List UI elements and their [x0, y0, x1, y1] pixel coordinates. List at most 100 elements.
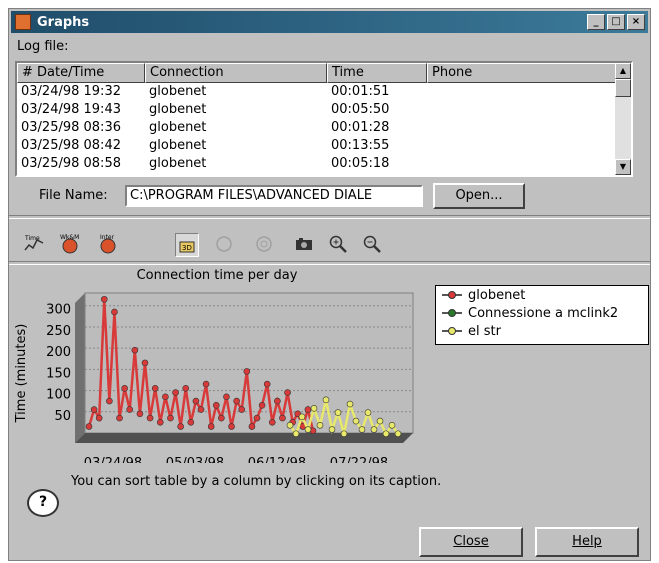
- log-table[interactable]: # Date/Time Connection Time Phone 03/24/…: [15, 61, 633, 177]
- cell-datetime: 03/25/98 08:42: [21, 138, 121, 153]
- cell-connection: globenet: [149, 84, 207, 99]
- legend-marker: [442, 308, 462, 318]
- legend-item: el str: [436, 322, 648, 340]
- zoom-out-icon[interactable]: [361, 233, 383, 255]
- cell-phone: [427, 119, 617, 137]
- table-row[interactable]: 03/25/98 08:36 globenet 00:01:28: [17, 119, 631, 137]
- cell-connection: globenet: [149, 138, 207, 153]
- cell-datetime: 03/25/98 08:36: [21, 120, 121, 135]
- y-tick-label: 300: [46, 303, 71, 318]
- cell-connection: globenet: [149, 102, 207, 117]
- cell-time: 00:13:55: [331, 138, 390, 153]
- column-header-connection[interactable]: Connection: [145, 63, 327, 83]
- data-point: [187, 418, 195, 426]
- data-point: [304, 426, 312, 433]
- data-point: [172, 389, 179, 396]
- help-button[interactable]: Help: [535, 527, 639, 557]
- data-point: [286, 421, 294, 429]
- data-point: [212, 402, 220, 409]
- y-tick-label: 200: [46, 345, 71, 360]
- column-header-phone[interactable]: Phone: [427, 63, 617, 83]
- column-header-datetime[interactable]: # Date/Time: [17, 63, 145, 83]
- table-row[interactable]: 03/24/98 19:32 globenet 00:01:51: [17, 83, 631, 101]
- data-point: [100, 295, 108, 303]
- data-point: [151, 385, 159, 392]
- open-button[interactable]: Open...: [433, 183, 525, 209]
- data-point: [207, 423, 215, 430]
- graphs-window: Graphs _ □ × Log file: # Date/Time Conne…: [8, 8, 651, 561]
- data-point: [243, 368, 251, 375]
- scroll-thumb[interactable]: [615, 79, 631, 97]
- y-tick-label: 100: [46, 388, 71, 403]
- 3d-toggle-icon[interactable]: 3D: [175, 233, 199, 257]
- data-point: [258, 402, 266, 409]
- data-point: [116, 414, 123, 422]
- legend-item: globenet: [436, 286, 648, 304]
- data-point: [394, 430, 402, 438]
- x-tick-label: 05/03/98: [166, 456, 224, 463]
- cell-phone: [427, 155, 617, 173]
- window-title: Graphs: [37, 14, 90, 30]
- data-point: [253, 414, 261, 422]
- y-tick-label: 150: [46, 366, 71, 381]
- file-name-label: File Name:: [39, 188, 108, 203]
- data-point: [233, 397, 240, 405]
- data-point: [364, 409, 372, 416]
- data-point: [292, 430, 300, 438]
- 3d-label: 3D: [182, 244, 192, 252]
- legend-label: el str: [468, 323, 501, 339]
- column-header-time[interactable]: Time: [327, 63, 427, 83]
- camera-icon[interactable]: [293, 233, 315, 255]
- scroll-down-icon[interactable]: ▼: [615, 159, 631, 175]
- data-point: [316, 421, 324, 429]
- close-button[interactable]: Close: [419, 527, 523, 557]
- data-point: [90, 406, 98, 413]
- inter-label: Inter: [100, 234, 115, 241]
- chart-title: Connection time per day: [137, 268, 298, 283]
- data-point: [322, 396, 330, 404]
- cell-datetime: 03/24/98 19:32: [21, 84, 121, 99]
- data-point: [126, 406, 134, 413]
- cell-connection: globenet: [149, 120, 207, 135]
- data-point: [182, 385, 190, 392]
- legend-marker: [442, 326, 462, 336]
- data-point: [304, 406, 312, 413]
- data-point: [192, 397, 200, 405]
- table-scrollbar[interactable]: ▲ ▼: [615, 63, 631, 175]
- table-row[interactable]: 03/25/98 08:42 globenet 00:13:55: [17, 137, 631, 155]
- title-bar: Graphs _ □ ×: [11, 11, 648, 33]
- data-point: [370, 426, 378, 433]
- data-point: [340, 430, 348, 438]
- connection-time-chart: Connection time per day Time (minutes) 5…: [14, 268, 414, 463]
- table-row[interactable]: 03/24/98 19:43 globenet 00:05:50: [17, 101, 631, 119]
- graph-icon-3[interactable]: Inter: [97, 233, 119, 255]
- graph-icon-2[interactable]: Wk&M: [59, 233, 81, 255]
- disabled-icon-2: [253, 233, 275, 255]
- data-point: [334, 409, 342, 416]
- close-window-button[interactable]: ×: [627, 14, 645, 30]
- help-bubble-icon: ?: [27, 489, 59, 517]
- data-point: [141, 359, 149, 367]
- week-month-label: Wk&M: [60, 234, 79, 241]
- cell-phone: [427, 101, 617, 119]
- cell-time: 00:01:28: [331, 120, 390, 135]
- maximize-button[interactable]: □: [607, 14, 625, 30]
- table-row[interactable]: 03/25/98 08:58 globenet 00:05:18: [17, 155, 631, 173]
- chart-legend: globenet Connessione a mclink2 el str: [435, 285, 649, 345]
- y-tick-label: 250: [46, 324, 71, 339]
- minimize-button[interactable]: _: [587, 14, 605, 30]
- data-point: [95, 414, 103, 422]
- scroll-up-icon[interactable]: ▲: [615, 63, 631, 79]
- data-point: [382, 430, 390, 438]
- cell-time: 00:01:51: [331, 84, 390, 99]
- data-point: [328, 426, 336, 433]
- data-point: [388, 421, 396, 429]
- file-name-field[interactable]: C:\PROGRAM FILES\ADVANCED DIALE: [125, 185, 423, 207]
- data-point: [131, 346, 139, 354]
- data-point: [268, 418, 276, 426]
- time-graph-icon[interactable]: Time: [23, 233, 45, 255]
- disabled-icon-1: [213, 233, 235, 255]
- data-point: [167, 414, 174, 422]
- cell-phone: [427, 137, 617, 155]
- zoom-in-icon[interactable]: [327, 233, 349, 255]
